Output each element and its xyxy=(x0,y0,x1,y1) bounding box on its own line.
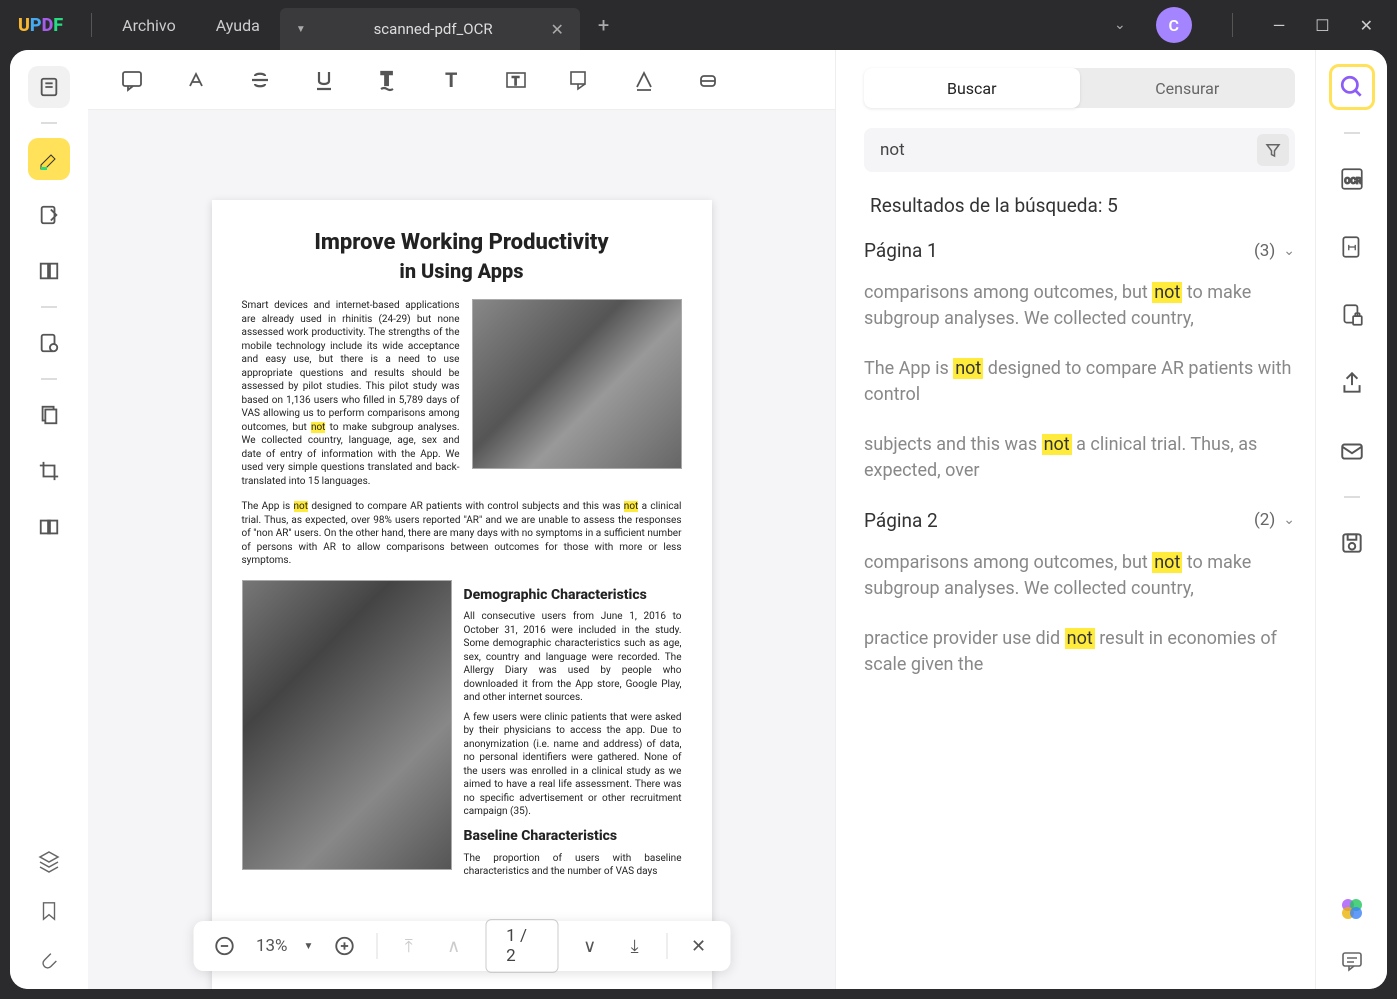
chat-icon[interactable] xyxy=(1340,949,1364,973)
attachment-icon[interactable] xyxy=(38,949,60,973)
window-close[interactable]: ✕ xyxy=(1360,16,1373,35)
svg-text:OCR: OCR xyxy=(1344,176,1362,186)
sidebar-organize[interactable] xyxy=(28,394,70,436)
user-avatar[interactable]: C xyxy=(1156,7,1192,43)
search-panel-tabs: Buscar Censurar xyxy=(864,68,1295,108)
left-sidebar xyxy=(10,50,88,989)
doc-image-1 xyxy=(472,299,682,469)
doc-para-4: A few users were clinic patients that we… xyxy=(464,711,682,819)
chevron-down-icon[interactable]: ⌄ xyxy=(1114,17,1126,33)
titlebar: UPDF Archivo Ayuda ▼ scanned-pdf_OCR ✕ +… xyxy=(0,0,1397,50)
window-maximize[interactable]: ☐ xyxy=(1315,16,1329,35)
search-result[interactable]: comparisons among outcomes, but not to m… xyxy=(864,280,1295,332)
window-minimize[interactable]: — xyxy=(1273,16,1286,35)
menu-help[interactable]: Ayuda xyxy=(196,16,280,35)
svg-text:T: T xyxy=(445,68,457,92)
convert-tool[interactable] xyxy=(1329,224,1375,270)
results-count: Resultados de la búsqueda: 5 xyxy=(864,194,1295,217)
save-tool[interactable] xyxy=(1329,520,1375,566)
close-nav-button[interactable]: ✕ xyxy=(685,931,712,961)
sidebar-compare[interactable] xyxy=(28,506,70,548)
first-page-button[interactable]: ⤒ xyxy=(395,931,422,961)
search-result[interactable]: practice provider use did not result in … xyxy=(864,626,1295,678)
protect-tool[interactable] xyxy=(1329,292,1375,338)
search-tool[interactable] xyxy=(1329,64,1375,110)
tab-close-icon[interactable]: ✕ xyxy=(550,20,563,39)
document-tab[interactable]: ▼ scanned-pdf_OCR ✕ xyxy=(280,8,580,50)
menu-file[interactable]: Archivo xyxy=(102,16,196,35)
sidebar-form[interactable] xyxy=(28,322,70,364)
tab-title: scanned-pdf_OCR xyxy=(336,20,531,38)
search-input[interactable] xyxy=(880,140,1257,160)
ai-assistant-icon[interactable] xyxy=(1338,895,1366,923)
sidebar-highlighter[interactable] xyxy=(28,138,70,180)
zoom-in-button[interactable] xyxy=(331,931,358,961)
svg-text:T: T xyxy=(512,74,519,88)
callout-icon[interactable] xyxy=(566,66,594,94)
tab-dropdown-icon[interactable]: ▼ xyxy=(296,24,306,35)
annotation-toolbar: T T T xyxy=(88,50,835,110)
ocr-tool[interactable]: OCR xyxy=(1329,156,1375,202)
doc-title-1: Improve Working Productivity xyxy=(242,230,682,255)
doc-para-1: Smart devices and internet-based applica… xyxy=(242,299,460,488)
squiggly-icon[interactable]: T xyxy=(374,66,402,94)
layers-icon[interactable] xyxy=(37,849,61,873)
strikethrough-icon[interactable] xyxy=(246,66,274,94)
zoom-level[interactable]: 13%▼ xyxy=(256,936,313,956)
underline-icon[interactable] xyxy=(310,66,338,94)
doc-para-5: The proportion of users with baseline ch… xyxy=(464,852,682,879)
eraser-icon[interactable] xyxy=(694,66,722,94)
highlight-tool-icon[interactable] xyxy=(182,66,210,94)
search-result[interactable]: comparisons among outcomes, but not to m… xyxy=(864,550,1295,602)
tab-search[interactable]: Buscar xyxy=(864,68,1080,108)
email-tool[interactable] xyxy=(1329,428,1375,474)
doc-para-3: All consecutive users from June 1, 2016 … xyxy=(464,610,682,705)
doc-heading-base: Baseline Characteristics xyxy=(464,827,682,846)
textbox-icon[interactable]: T xyxy=(502,66,530,94)
document-viewport[interactable]: Improve Working Productivity in Using Ap… xyxy=(88,110,835,989)
result-group-header[interactable]: Página 1(3)⌄ xyxy=(864,239,1295,262)
filter-button[interactable] xyxy=(1257,134,1289,166)
new-tab-button[interactable]: + xyxy=(580,13,627,37)
right-sidebar: OCR xyxy=(1315,50,1387,989)
doc-heading-demo: Demographic Characteristics xyxy=(464,586,682,605)
zoom-out-button[interactable] xyxy=(211,931,238,961)
svg-text:T: T xyxy=(381,69,392,90)
doc-para-2: The App is not designed to compare AR pa… xyxy=(242,500,682,568)
page-navigation-bar: 13%▼ ⤒ ∧ 1 / 2 ∨ ⤓ ✕ xyxy=(193,921,730,971)
sidebar-edit[interactable] xyxy=(28,194,70,236)
page-indicator[interactable]: 1 / 2 xyxy=(485,919,558,973)
sidebar-crop[interactable] xyxy=(28,450,70,492)
search-input-wrap xyxy=(864,128,1295,172)
share-tool[interactable] xyxy=(1329,360,1375,406)
text-icon[interactable]: T xyxy=(438,66,466,94)
doc-image-2 xyxy=(242,580,452,870)
app-logo: UPDF xyxy=(0,15,81,36)
search-result[interactable]: subjects and this was not a clinical tri… xyxy=(864,432,1295,484)
pdf-page: Improve Working Productivity in Using Ap… xyxy=(212,200,712,989)
bookmark-icon[interactable] xyxy=(38,899,60,923)
doc-title-2: in Using Apps xyxy=(242,259,682,283)
sidebar-thumbnails[interactable] xyxy=(28,66,70,108)
pencil-icon[interactable] xyxy=(630,66,658,94)
document-area: T T T Improve Working Productivity in Us… xyxy=(88,50,835,989)
search-panel: Buscar Censurar Resultados de la búsqued… xyxy=(835,50,1315,989)
tab-redact[interactable]: Censurar xyxy=(1080,68,1296,108)
search-result[interactable]: The App is not designed to compare AR pa… xyxy=(864,356,1295,408)
sidebar-pages[interactable] xyxy=(28,250,70,292)
prev-page-button[interactable]: ∧ xyxy=(440,931,467,961)
next-page-button[interactable]: ∨ xyxy=(576,931,603,961)
result-group-header[interactable]: Página 2(2)⌄ xyxy=(864,509,1295,532)
last-page-button[interactable]: ⤓ xyxy=(621,931,648,961)
comment-icon[interactable] xyxy=(118,66,146,94)
main-window: T T T Improve Working Productivity in Us… xyxy=(10,50,1387,989)
